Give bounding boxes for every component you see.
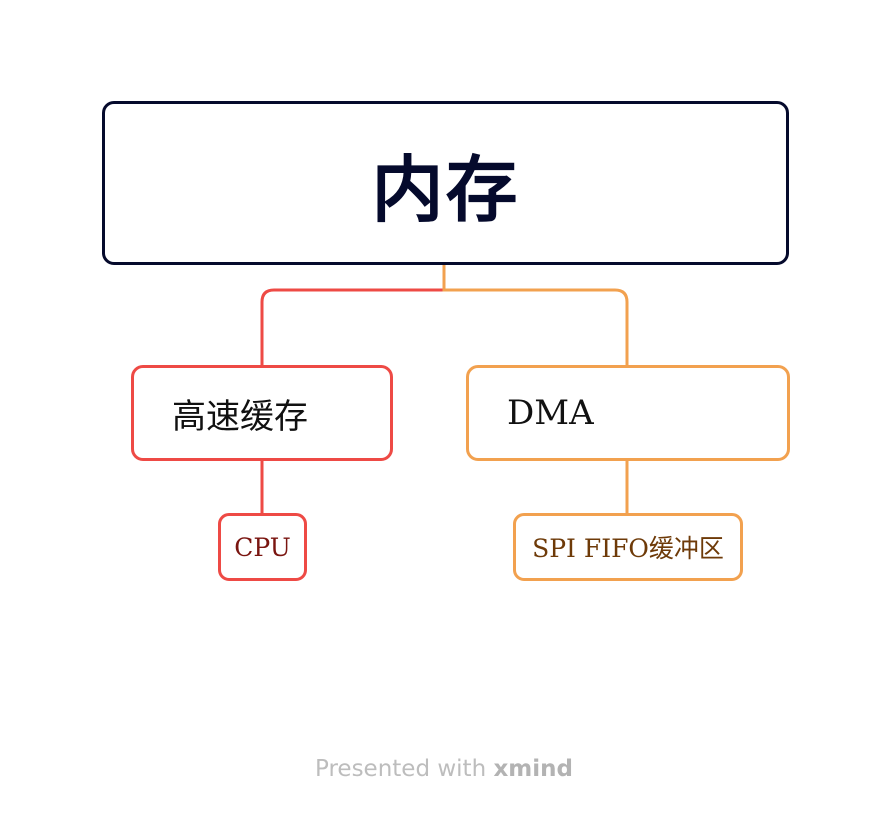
subtopic-cpu[interactable]: CPU [218, 513, 307, 581]
subtopic-cpu-label: CPU [234, 532, 291, 562]
footer-prefix: Presented with [315, 756, 487, 782]
topic-cache-label: 高速缓存 [172, 396, 308, 437]
xmind-logo: xmind [493, 756, 573, 782]
topic-dma-label: DMA [507, 393, 594, 433]
subtopic-spi-fifo[interactable]: SPI FIFO缓冲区 [513, 513, 743, 581]
connector-root-to-cache [260, 265, 446, 365]
footer-attribution: Presented with xmind [0, 756, 888, 782]
root-topic[interactable]: 内存 [102, 101, 789, 265]
root-topic-label: 内存 [371, 147, 520, 232]
topic-dma[interactable]: DMA [466, 365, 790, 461]
topic-cache[interactable]: 高速缓存 [131, 365, 393, 461]
subtopic-spi-fifo-label: SPI FIFO缓冲区 [532, 534, 724, 563]
connector-root-to-dma [442, 265, 629, 365]
